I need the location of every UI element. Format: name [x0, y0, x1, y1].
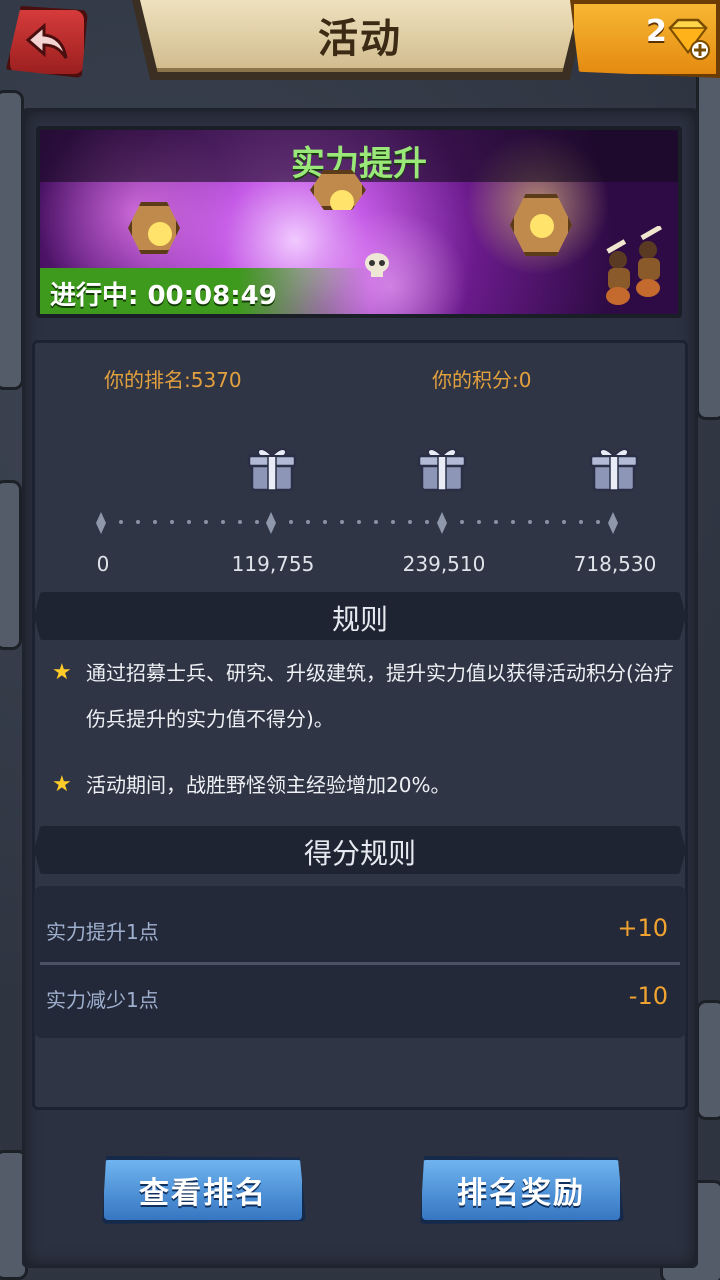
progress-track-dot	[391, 520, 395, 524]
milestone-value: 718,530	[573, 552, 657, 576]
star-icon: ★	[52, 772, 72, 797]
progress-track-dot	[136, 520, 140, 524]
event-banner: 实力提升 进行中: 00:08:49	[36, 126, 682, 318]
scoring-row-label: 实力提升1点	[46, 920, 159, 944]
ranking-rewards-button[interactable]: 排名奖励	[420, 1156, 624, 1224]
progress-track-dot	[204, 520, 208, 524]
scoring-title: 得分规则	[303, 837, 416, 870]
progress-track-dot	[119, 520, 123, 524]
page-title: 活动	[318, 16, 402, 62]
gem-count: 2	[646, 14, 667, 49]
progress-track-dot	[323, 520, 327, 524]
rule-item: 活动期间，战胜野怪领主经验增加20%。	[86, 773, 451, 797]
progress-track-dot	[579, 520, 583, 524]
milestone-value: 0	[96, 552, 110, 576]
progress-track-dot	[289, 520, 293, 524]
progress-track-dot	[460, 520, 464, 524]
progress-track-dot	[511, 520, 515, 524]
progress-track-dot	[306, 520, 310, 524]
my-score: 你的积分:0	[432, 368, 532, 392]
frame-rock-left	[0, 90, 24, 390]
scoring-row-label: 实力减少1点	[46, 988, 159, 1012]
progress-track-dot	[153, 520, 157, 524]
progress-track-dot	[340, 520, 344, 524]
gift-box-icon[interactable]	[416, 442, 468, 492]
progress-track-dot	[187, 520, 191, 524]
skull-icon	[365, 253, 389, 277]
progress-track-dot	[596, 520, 600, 524]
scoring-row-value: +10	[617, 914, 668, 942]
progress-track-dot	[562, 520, 566, 524]
progress-track-dot	[255, 520, 259, 524]
progress-track-dot	[374, 520, 378, 524]
scoring-row-value: -10	[628, 982, 668, 1010]
scoring-divider	[40, 962, 680, 965]
progress-track-dot	[238, 520, 242, 524]
gem-plus-icon[interactable]	[666, 16, 710, 60]
frame-rock-right-2	[696, 1000, 720, 1120]
milestone-value: 119,755	[231, 552, 315, 576]
back-button[interactable]	[6, 6, 88, 78]
progress-track-dot	[425, 520, 429, 524]
banner-title: 实力提升	[291, 144, 427, 184]
star-icon: ★	[52, 660, 72, 685]
milestone-value: 239,510	[402, 552, 486, 576]
progress-track-dot	[357, 520, 361, 524]
progress-track-dot	[528, 520, 532, 524]
gift-box-icon[interactable]	[246, 442, 298, 492]
my-rank: 你的排名:5370	[104, 368, 242, 392]
event-status: 进行中: 00:08:49	[50, 281, 277, 311]
view-ranking-button[interactable]: 查看排名	[102, 1156, 306, 1224]
rule-item: 通过招募士兵、研究、升级建筑，提升实力值以获得活动积分(治疗伤兵提升的实力值不得…	[86, 661, 674, 731]
back-arrow-icon	[25, 22, 68, 59]
warriors-icon	[606, 226, 663, 305]
frame-rock-left-2	[0, 480, 22, 650]
rules-title: 规则	[331, 603, 388, 636]
progress-track-dot	[408, 520, 412, 524]
frame-rock-right	[696, 60, 720, 420]
progress-track-dot	[477, 520, 481, 524]
progress-track-dot	[170, 520, 174, 524]
progress-track-dot	[494, 520, 498, 524]
gift-box-icon[interactable]	[588, 442, 640, 492]
progress-track-dot	[545, 520, 549, 524]
progress-track-dot	[221, 520, 225, 524]
